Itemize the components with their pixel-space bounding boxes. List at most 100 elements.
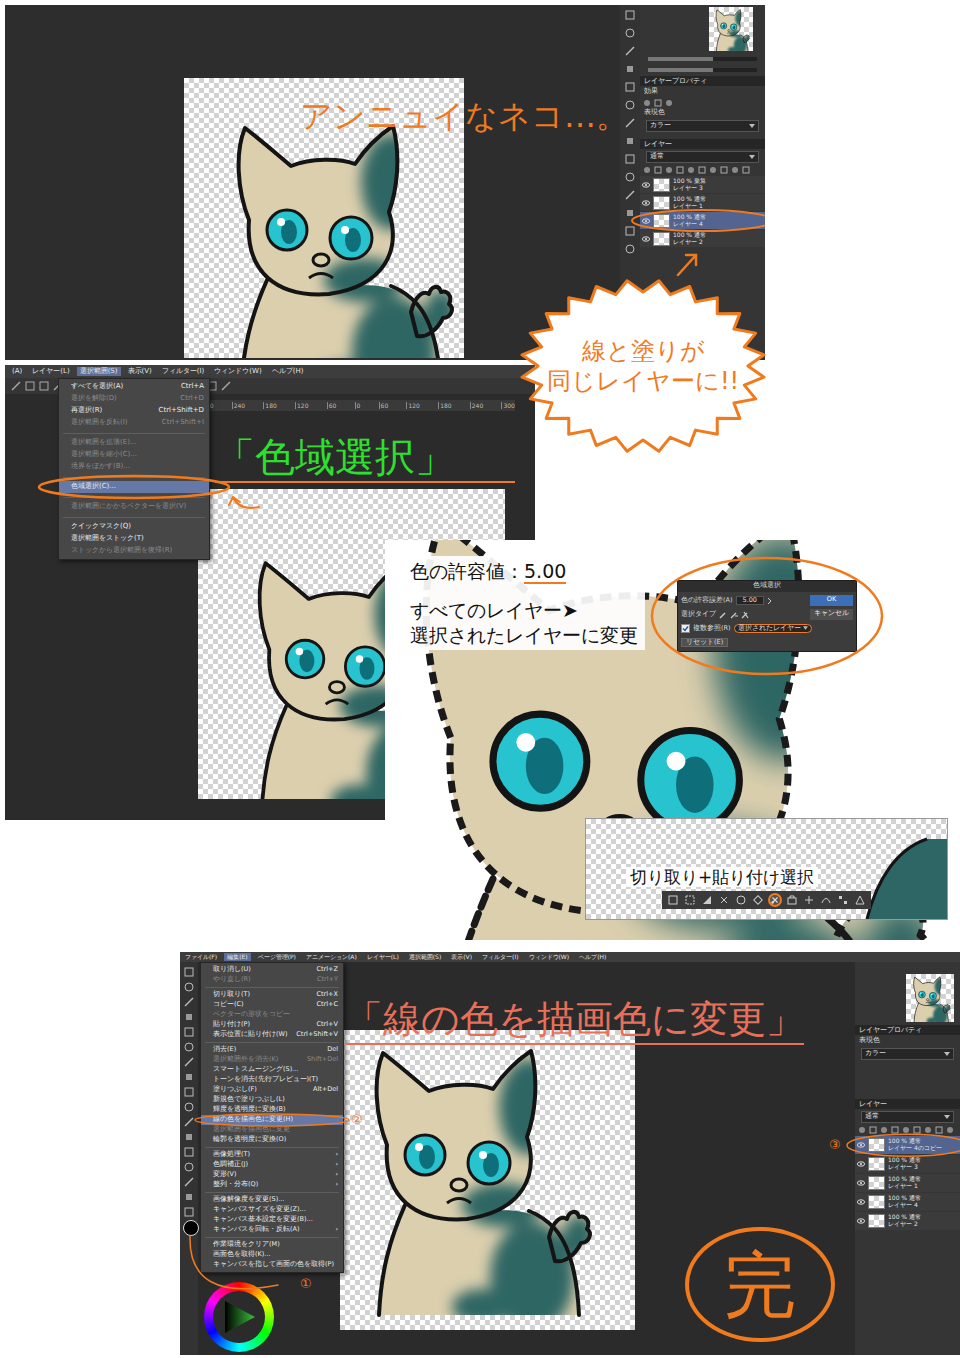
layer-row[interactable]: 100 % 通常レイヤー 4 <box>855 1193 960 1211</box>
eye-icon[interactable] <box>857 1141 865 1149</box>
color-select[interactable]: カラー <box>861 1048 954 1060</box>
menu-bar-item[interactable]: ウィンドウ(W) <box>211 367 264 375</box>
color-select[interactable]: カラー <box>646 120 759 132</box>
tool-button[interactable] <box>717 893 731 907</box>
menu-item[interactable]: 塗りつぶし(F)Alt+Del <box>201 1085 343 1095</box>
tool-button[interactable] <box>768 893 782 907</box>
menu-item[interactable]: 消去(E)Del <box>201 1045 343 1055</box>
menu-item[interactable]: 作業環境をクリア(M) <box>201 1240 343 1250</box>
menu-item[interactable]: 画像処理(T)› <box>201 1150 343 1160</box>
tool-button[interactable] <box>751 893 765 907</box>
menu-bar-item[interactable]: (A) <box>9 367 25 375</box>
layer-text: 100 % 通常レイヤー 1 <box>673 196 706 210</box>
menu-item[interactable]: 貼り付け(P)Ctrl+V <box>201 1020 343 1030</box>
reset-button[interactable]: リセット(E) <box>681 638 728 648</box>
tool-button[interactable] <box>700 893 714 907</box>
canvas[interactable] <box>340 1030 635 1330</box>
menu-item-shortcut: › <box>335 1181 338 1188</box>
menu-item[interactable]: トーンを消去(先行プレビュー)(T) <box>201 1075 343 1085</box>
reference-select[interactable]: 選択されたレイヤー <box>734 624 812 634</box>
tool-button[interactable] <box>853 893 867 907</box>
layer-row[interactable]: 100 % 通常レイヤー 4 <box>640 212 765 229</box>
menu-bar-item[interactable]: 選択範囲(S) <box>406 953 445 960</box>
menu-item[interactable]: 画面色を取得(K)... <box>201 1250 343 1260</box>
eye-icon-part <box>645 237 647 239</box>
tolerance-input[interactable]: 5.00 <box>736 596 764 606</box>
cancel-button[interactable]: キャンセル <box>810 609 853 620</box>
menu-item[interactable]: 選択範囲をストック(T) <box>59 533 209 545</box>
eye-icon[interactable] <box>642 181 650 189</box>
layer-row[interactable]: 100 % 通常レイヤー 3 <box>855 1155 960 1173</box>
menu-item[interactable]: キャンバスを回転・反転(A)› <box>201 1225 343 1235</box>
tool-button[interactable] <box>734 893 748 907</box>
menu-bar-item[interactable]: フィルター(I) <box>159 367 208 375</box>
menu-item[interactable]: 切り取り(T)Ctrl+X <box>201 990 343 1000</box>
menu-item[interactable]: 整列・分布(Q)› <box>201 1180 343 1190</box>
menu-bar-item[interactable]: 表示(V) <box>125 367 155 375</box>
blend-select[interactable]: 通常 <box>861 1111 954 1123</box>
menu-item[interactable]: 画像解像度を変更(S)... <box>201 1195 343 1205</box>
menu-item[interactable]: コピー(C)Ctrl+C <box>201 1000 343 1010</box>
menu-item[interactable]: キャンバスを指して画面の色を取得(P) <box>201 1260 343 1270</box>
menu-bar-item[interactable]: アニメーション(A) <box>303 953 360 960</box>
blend-select[interactable]: 通常 <box>646 151 759 163</box>
menu-bar-item[interactable]: 選択範囲(S) <box>77 367 121 375</box>
menu-item[interactable]: 新規色で塗りつぶし(L) <box>201 1095 343 1105</box>
menu-bar-item[interactable]: 表示(V) <box>448 953 475 960</box>
foreground-color[interactable] <box>183 1220 199 1236</box>
tool-icon <box>665 99 673 107</box>
tool-button[interactable] <box>836 893 850 907</box>
tool-button[interactable] <box>819 893 833 907</box>
menu-item[interactable]: 輪郭を透明度に変換(O) <box>201 1135 343 1145</box>
menu-bar-item[interactable]: レイヤー(L) <box>29 367 72 375</box>
slider-track[interactable] <box>648 57 757 61</box>
color-wheel[interactable] <box>204 1282 274 1352</box>
eye-icon[interactable] <box>857 1198 865 1206</box>
menu-item[interactable]: 変形(V)› <box>201 1170 343 1180</box>
eye-icon[interactable] <box>857 1179 865 1187</box>
slider-track[interactable] <box>648 68 757 72</box>
eye-icon[interactable] <box>642 217 650 225</box>
menu-item[interactable]: 輝度を透明度に変換(B) <box>201 1105 343 1115</box>
menu-item[interactable]: クイックマスク(Q) <box>59 521 209 533</box>
menu-item[interactable]: 表示位置に貼り付け(W)Ctrl+Shift+V <box>201 1030 343 1040</box>
menu-item[interactable]: すべてを選択(A)Ctrl+A <box>59 381 209 393</box>
multi-ref-checkbox[interactable] <box>681 624 690 633</box>
menu-item[interactable]: 再選択(R)Ctrl+Shift+D <box>59 405 209 417</box>
eye-icon[interactable] <box>642 199 650 207</box>
menu-item[interactable]: 取り消し(U)Ctrl+Z <box>201 965 343 975</box>
tool-button[interactable] <box>666 893 680 907</box>
layer-row[interactable]: 100 % 通常レイヤー 1 <box>855 1174 960 1192</box>
menu-bar-item[interactable]: レイヤー(L) <box>364 953 402 960</box>
menu-item[interactable]: 色調補正(J)› <box>201 1160 343 1170</box>
eye-icon[interactable] <box>857 1217 865 1225</box>
menu-bar-item[interactable]: ファイル(F) <box>182 953 220 960</box>
menu-bar-item[interactable]: ページ管理(P) <box>255 953 299 960</box>
menu-item[interactable]: キャンバス基本設定を変更(B)... <box>201 1215 343 1225</box>
tool-button[interactable] <box>802 893 816 907</box>
layer-row[interactable]: 100 % 通常レイヤー 1 <box>640 194 765 211</box>
tool-button[interactable] <box>785 893 799 907</box>
menu-item-shortcut: Ctrl+C <box>316 1001 338 1008</box>
menu-bar-item[interactable]: ヘルプ(H) <box>269 367 307 375</box>
tool-icon <box>624 171 636 183</box>
layer-row[interactable]: 100 % 通常レイヤー 2 <box>640 230 765 247</box>
menu-bar-item[interactable]: ヘルプ(H) <box>576 953 609 960</box>
tool-button[interactable] <box>683 893 697 907</box>
menu-item[interactable]: キャンバスサイズを変更(Z)... <box>201 1205 343 1215</box>
menu-bar-item[interactable]: 編集(E) <box>224 953 250 960</box>
menu-item[interactable]: 色域選択(C)... <box>59 481 209 493</box>
cat-thumbnail-part <box>727 32 731 34</box>
menu-item[interactable]: スマートスムージング(S)... <box>201 1065 343 1075</box>
menu-bar-item[interactable]: フィルター(I) <box>479 953 521 960</box>
layer-row[interactable]: 100 % 乗算レイヤー 3 <box>640 176 765 193</box>
eye-icon[interactable] <box>857 1160 865 1168</box>
eye-icon[interactable] <box>642 235 650 243</box>
cat-drawing-part <box>447 1199 471 1204</box>
menu-item[interactable]: 線の色を描画色に変更(H) <box>201 1115 343 1125</box>
layer-row[interactable]: 100 % 通常レイヤー 4のコピー <box>855 1136 960 1154</box>
layer-row[interactable]: 100 % 通常レイヤー 2 <box>855 1212 960 1230</box>
menu-bar-item[interactable]: ウィンドウ(W) <box>526 953 573 960</box>
tool-icon-part <box>666 100 672 106</box>
ok-button[interactable]: OK <box>810 595 853 606</box>
